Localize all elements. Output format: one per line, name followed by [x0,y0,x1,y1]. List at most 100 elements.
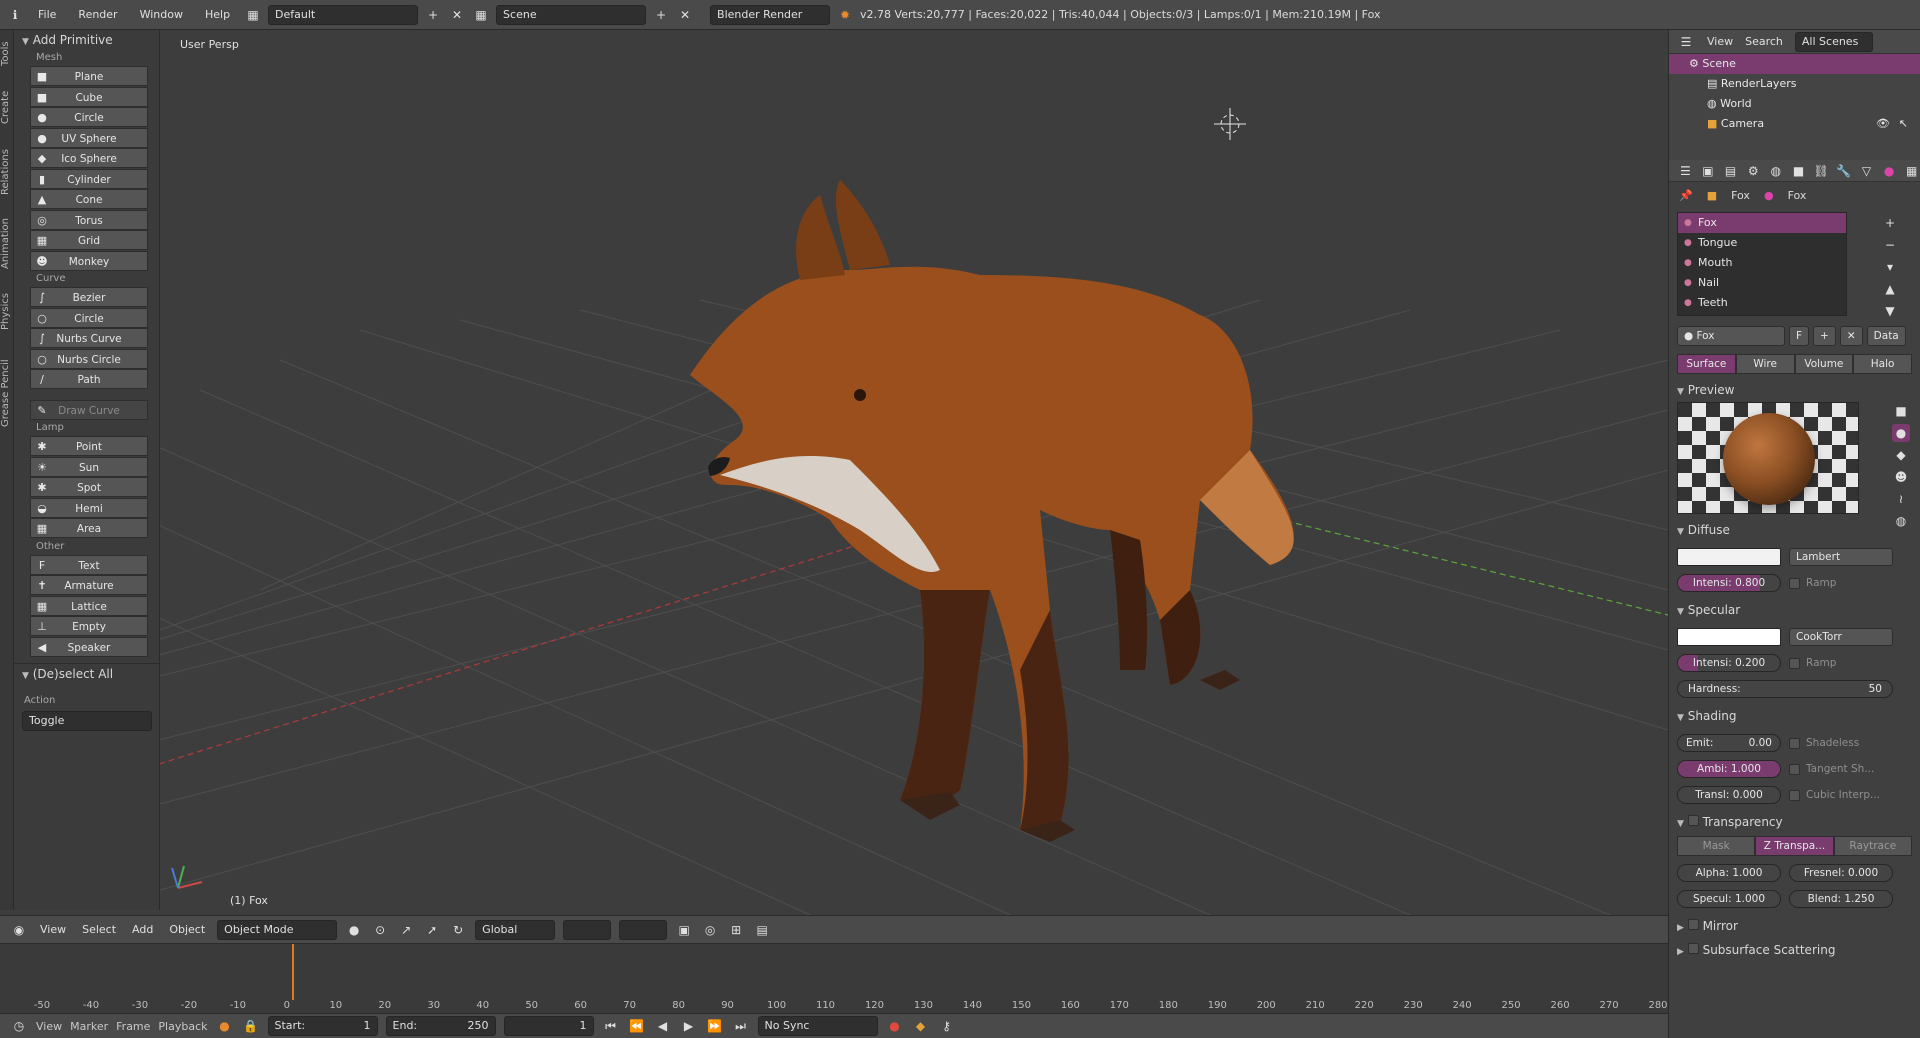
menu-view[interactable]: View [36,1020,62,1033]
add-circle-button[interactable]: ● Circle [30,107,148,127]
tab-z-transparency[interactable]: Z Transpa... [1755,836,1834,856]
mirror-panel-header[interactable]: ▶ Mirror [1669,914,1920,938]
menu-marker[interactable]: Marker [70,1020,108,1033]
preview-monkey-icon[interactable]: ☻ [1892,468,1910,486]
specular-intensity-slider[interactable]: Intensi: 0.200 [1677,654,1781,672]
data-tab-icon[interactable]: ▽ [1858,162,1875,180]
material-slot-list[interactable]: Fox Tongue Mouth Nail Teeth [1677,212,1847,316]
display-mode-dropdown[interactable]: All Scenes [1794,31,1873,52]
preview-sphere-icon[interactable]: ● [1892,424,1910,442]
add-spot-button[interactable]: ✱ Spot [30,477,148,497]
pivot-icon[interactable]: ⊙ [371,921,389,939]
pin-icon[interactable]: 📌 [1679,189,1693,202]
tab-create[interactable]: Create [0,82,14,132]
timeline-editor-icon[interactable]: ◷ [10,1017,28,1035]
preview-flat-icon[interactable]: ■ [1892,402,1910,420]
new-material-icon[interactable]: + [1813,326,1836,346]
menu-file[interactable]: File [30,8,64,21]
visibility-icon[interactable]: 👁 [1876,114,1890,134]
outliner-row-renderlayers[interactable]: ▤ RenderLayers [1669,74,1920,94]
menu-view[interactable]: View [36,923,70,936]
next-keyframe-icon[interactable]: ⏩ [706,1017,724,1035]
orientation-dropdown[interactable]: Global [475,919,556,940]
texture-tab-icon[interactable]: ▦ [1903,162,1920,180]
preview-hair-icon[interactable]: ≀ [1892,490,1910,508]
add-slot-icon[interactable]: + [1881,214,1899,232]
properties-editor-icon[interactable]: ☰ [1677,162,1694,180]
layout-close-icon[interactable]: ✕ [448,6,466,24]
timeline[interactable]: -50 -40 -30 -20 -10 0 10 20 30 40 50 60 70 80 90 100 110… [0,943,1668,1013]
outliner-row-world[interactable]: ◍ World [1669,94,1920,114]
play-reverse-icon[interactable]: ◀ [654,1017,672,1035]
add-text-button[interactable]: F Text [30,554,148,575]
playhead[interactable] [291,944,294,1000]
add-area-button[interactable]: ▦ Area [30,518,148,538]
editor-type-icon[interactable]: ◉ [10,921,28,939]
tab-volume[interactable]: Volume [1794,354,1854,374]
fox-model[interactable] [690,180,1294,842]
outliner-editor-icon[interactable]: ☰ [1677,33,1695,51]
tab-tools[interactable]: Tools [0,34,14,74]
add-hemi-button[interactable]: ◒ Hemi [30,497,148,518]
add-nurbs-circle-button[interactable]: ○ Nurbs Circle [30,348,148,369]
start-frame-field[interactable]: Start: 1 [267,1016,378,1036]
add-cone-button[interactable]: ▲ Cone [30,189,148,209]
menu-window[interactable]: Window [132,8,191,21]
add-plane-button[interactable]: ■ Plane [30,66,148,86]
shading-panel-header[interactable]: ▼ Shading [1669,704,1920,728]
add-torus-button[interactable]: ◎ Torus [30,209,148,230]
hardness-field[interactable]: Hardness: 50 [1677,680,1893,698]
ambient-slider[interactable]: Ambi: 1.000 [1677,760,1781,778]
snap-icon[interactable]: ⊞ [727,921,745,939]
sss-panel-header[interactable]: ▶ Subsurface Scattering [1669,938,1920,962]
lock-icon[interactable]: 🔒 [242,1017,260,1035]
prev-keyframe-icon[interactable]: ⏪ [628,1017,646,1035]
add-armature-button[interactable]: ✝ Armature [30,575,148,595]
jump-end-icon[interactable]: ⏭ [732,1017,750,1035]
end-frame-field[interactable]: End: 250 [385,1016,496,1036]
object-tab-icon[interactable]: ■ [1790,162,1807,180]
3d-cursor-icon[interactable] [1214,108,1246,140]
preview-panel-header[interactable]: ▼ Preview [1669,378,1920,402]
preview-sky-icon[interactable]: ◍ [1892,512,1910,530]
link-dropdown[interactable]: Data [1866,326,1906,346]
translucency-slider[interactable]: Transl: 0.000 [1677,786,1781,804]
material-slot[interactable]: Mouth [1678,253,1846,273]
mirror-checkbox[interactable] [1687,919,1699,930]
translate-icon[interactable]: ➚ [423,921,441,939]
shadeless-checkbox[interactable]: Shadeless [1789,737,1859,749]
material-slot[interactable]: Teeth [1678,293,1846,313]
keying-set-icon[interactable]: ◆ [912,1017,930,1035]
action-dropdown[interactable]: Toggle [22,710,152,731]
tab-surface[interactable]: Surface [1677,354,1736,374]
menu-object[interactable]: Object [165,923,209,936]
tab-mask[interactable]: Mask [1677,836,1756,856]
unlink-material-icon[interactable]: ✕ [1839,326,1863,346]
move-down-icon[interactable]: ▼ [1881,302,1899,320]
play-icon[interactable]: ▶ [680,1017,698,1035]
layout-add-icon[interactable]: + [424,6,442,24]
render-tab-icon[interactable]: ▣ [1700,162,1717,180]
tangent-shading-checkbox[interactable]: Tangent Sh... [1789,763,1874,775]
menu-frame[interactable]: Frame [116,1020,150,1033]
material-slot[interactable]: Tongue [1678,233,1846,253]
add-speaker-button[interactable]: ◀ Speaker [30,636,148,657]
tab-halo[interactable]: Halo [1853,354,1912,374]
move-up-icon[interactable]: ▲ [1881,280,1899,298]
material-tab-icon[interactable]: ● [1881,162,1898,180]
tab-grease-pencil[interactable]: Grease Pencil [0,348,14,438]
transparency-specular-slider[interactable]: Specul: 1.000 [1677,890,1781,908]
diffuse-ramp-checkbox[interactable]: Ramp [1789,577,1836,589]
info-editor-icon[interactable]: ℹ [6,6,24,24]
add-draw-curve-button[interactable]: ✎ Draw Curve [30,399,148,420]
record-icon[interactable]: ● [886,1017,904,1035]
render-preview-icon[interactable]: ▣ [675,921,693,939]
specular-panel-header[interactable]: ▼ Specular [1669,598,1920,622]
material-slot[interactable]: Fox [1678,213,1846,233]
tab-animation[interactable]: Animation [0,212,14,276]
selectability-icon[interactable]: ↖ [1899,114,1908,134]
diffuse-color-swatch[interactable] [1677,548,1781,566]
specular-shader-dropdown[interactable]: CookTorr [1789,628,1893,646]
tab-wire[interactable]: Wire [1735,354,1795,374]
menu-playback[interactable]: Playback [158,1020,207,1033]
